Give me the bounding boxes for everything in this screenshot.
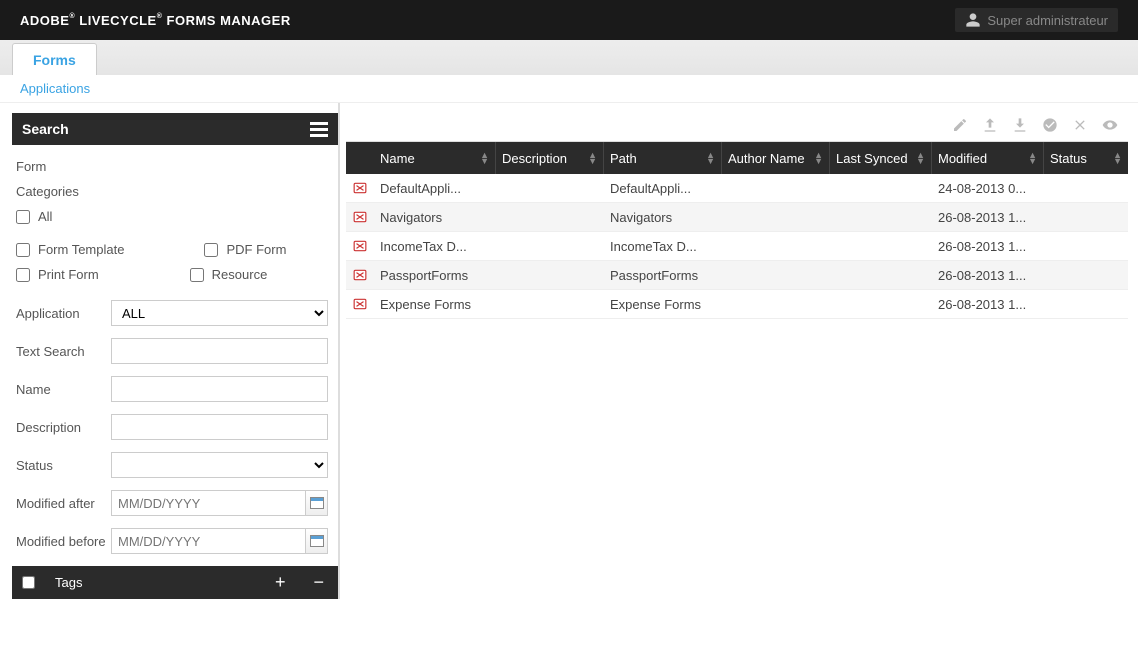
tags-checkbox[interactable] [22, 576, 35, 589]
modified-before-input[interactable] [111, 528, 306, 554]
cell-name: Navigators [374, 210, 496, 225]
tags-add-button[interactable]: + [271, 572, 290, 593]
modified-before-calendar-button[interactable] [306, 528, 328, 554]
cell-path: Navigators [604, 210, 722, 225]
grid-header: Name▲▼ Description▲▼ Path▲▼ Author Name▲… [346, 142, 1128, 174]
form-template-checkbox[interactable] [16, 243, 30, 257]
cell-path: IncomeTax D... [604, 239, 722, 254]
close-icon[interactable] [1072, 117, 1088, 133]
eye-icon[interactable] [1102, 117, 1118, 133]
modified-after-calendar-button[interactable] [306, 490, 328, 516]
form-template-label: Form Template [38, 242, 124, 257]
tab-forms[interactable]: Forms [12, 43, 97, 75]
print-form-label: Print Form [38, 267, 99, 282]
content: Name▲▼ Description▲▼ Path▲▼ Author Name▲… [340, 103, 1138, 599]
menu-icon[interactable] [310, 122, 328, 137]
applications-link[interactable]: Applications [20, 81, 90, 96]
download-icon[interactable] [1012, 117, 1028, 133]
cell-name: DefaultAppli... [374, 181, 496, 196]
text-search-input[interactable] [111, 338, 328, 364]
cell-modified: 24-08-2013 0... [932, 181, 1044, 196]
calendar-icon [310, 497, 324, 509]
sidebar: Search Form Categories All Form Template… [0, 103, 340, 599]
cell-modified: 26-08-2013 1... [932, 268, 1044, 283]
modified-after-label: Modified after [16, 496, 111, 511]
tags-label: Tags [55, 575, 82, 590]
tags-panel-header: Tags + − [12, 566, 338, 599]
table-row[interactable]: DefaultAppli... DefaultAppli... 24-08-2013… [346, 174, 1128, 203]
description-input[interactable] [111, 414, 328, 440]
column-modified[interactable]: Modified▲▼ [932, 142, 1044, 174]
cell-name: IncomeTax D... [374, 239, 496, 254]
table-row[interactable]: IncomeTax D... IncomeTax D... 26-08-2013 1… [346, 232, 1128, 261]
pdf-form-label: PDF Form [226, 242, 286, 257]
status-label: Status [16, 458, 111, 473]
description-label: Description [16, 420, 111, 435]
status-select[interactable] [111, 452, 328, 478]
row-type-icon [346, 268, 374, 282]
subbar: Applications [0, 75, 1138, 103]
user-icon [965, 12, 981, 28]
column-sync[interactable]: Last Synced▲▼ [830, 142, 932, 174]
row-type-icon [346, 181, 374, 195]
topbar: ADOBE® LIVECYCLE® FORMS MANAGER Super ad… [0, 0, 1138, 40]
column-author[interactable]: Author Name▲▼ [722, 142, 830, 174]
form-label: Form [16, 159, 328, 174]
all-checkbox[interactable] [16, 210, 30, 224]
calendar-icon [310, 535, 324, 547]
cell-modified: 26-08-2013 1... [932, 210, 1044, 225]
cell-modified: 26-08-2013 1... [932, 297, 1044, 312]
upload-icon[interactable] [982, 117, 998, 133]
row-type-icon [346, 239, 374, 253]
cell-name: Expense Forms [374, 297, 496, 312]
cell-name: PassportForms [374, 268, 496, 283]
categories-label: Categories [16, 184, 328, 199]
column-description[interactable]: Description▲▼ [496, 142, 604, 174]
table-row[interactable]: PassportForms PassportForms 26-08-2013 1..… [346, 261, 1128, 290]
modified-after-input[interactable] [111, 490, 306, 516]
user-label: Super administrateur [987, 13, 1108, 28]
tags-remove-button[interactable]: − [309, 572, 328, 593]
cell-path: PassportForms [604, 268, 722, 283]
pdf-form-checkbox[interactable] [204, 243, 218, 257]
name-input[interactable] [111, 376, 328, 402]
text-search-label: Text Search [16, 344, 111, 359]
print-form-checkbox[interactable] [16, 268, 30, 282]
edit-icon[interactable] [952, 117, 968, 133]
cell-modified: 26-08-2013 1... [932, 239, 1044, 254]
column-path[interactable]: Path▲▼ [604, 142, 722, 174]
brand: ADOBE® LIVECYCLE® FORMS MANAGER [20, 13, 291, 28]
resource-checkbox[interactable] [190, 268, 204, 282]
filters: Form Categories All Form Template PDF Fo… [12, 145, 338, 554]
all-label: All [38, 209, 52, 224]
table-row[interactable]: Navigators Navigators 26-08-2013 1... [346, 203, 1128, 232]
column-name[interactable]: Name▲▼ [374, 142, 496, 174]
search-title: Search [22, 121, 69, 137]
user-menu[interactable]: Super administrateur [955, 8, 1118, 32]
cell-path: DefaultAppli... [604, 181, 722, 196]
toolbar [346, 113, 1128, 142]
resource-label: Resource [212, 267, 268, 282]
tabstrip: Forms [0, 40, 1138, 75]
search-panel-header: Search [12, 113, 338, 145]
cell-path: Expense Forms [604, 297, 722, 312]
check-icon[interactable] [1042, 117, 1058, 133]
application-select[interactable]: ALL [111, 300, 328, 326]
modified-before-label: Modified before [16, 534, 111, 549]
row-type-icon [346, 297, 374, 311]
table-row[interactable]: Expense Forms Expense Forms 26-08-2013 1..… [346, 290, 1128, 319]
row-type-icon [346, 210, 374, 224]
main: Search Form Categories All Form Template… [0, 103, 1138, 599]
name-label: Name [16, 382, 111, 397]
column-status[interactable]: Status▲▼ [1044, 142, 1128, 174]
application-label: Application [16, 306, 111, 321]
grid-body: DefaultAppli... DefaultAppli... 24-08-2013… [346, 174, 1128, 319]
